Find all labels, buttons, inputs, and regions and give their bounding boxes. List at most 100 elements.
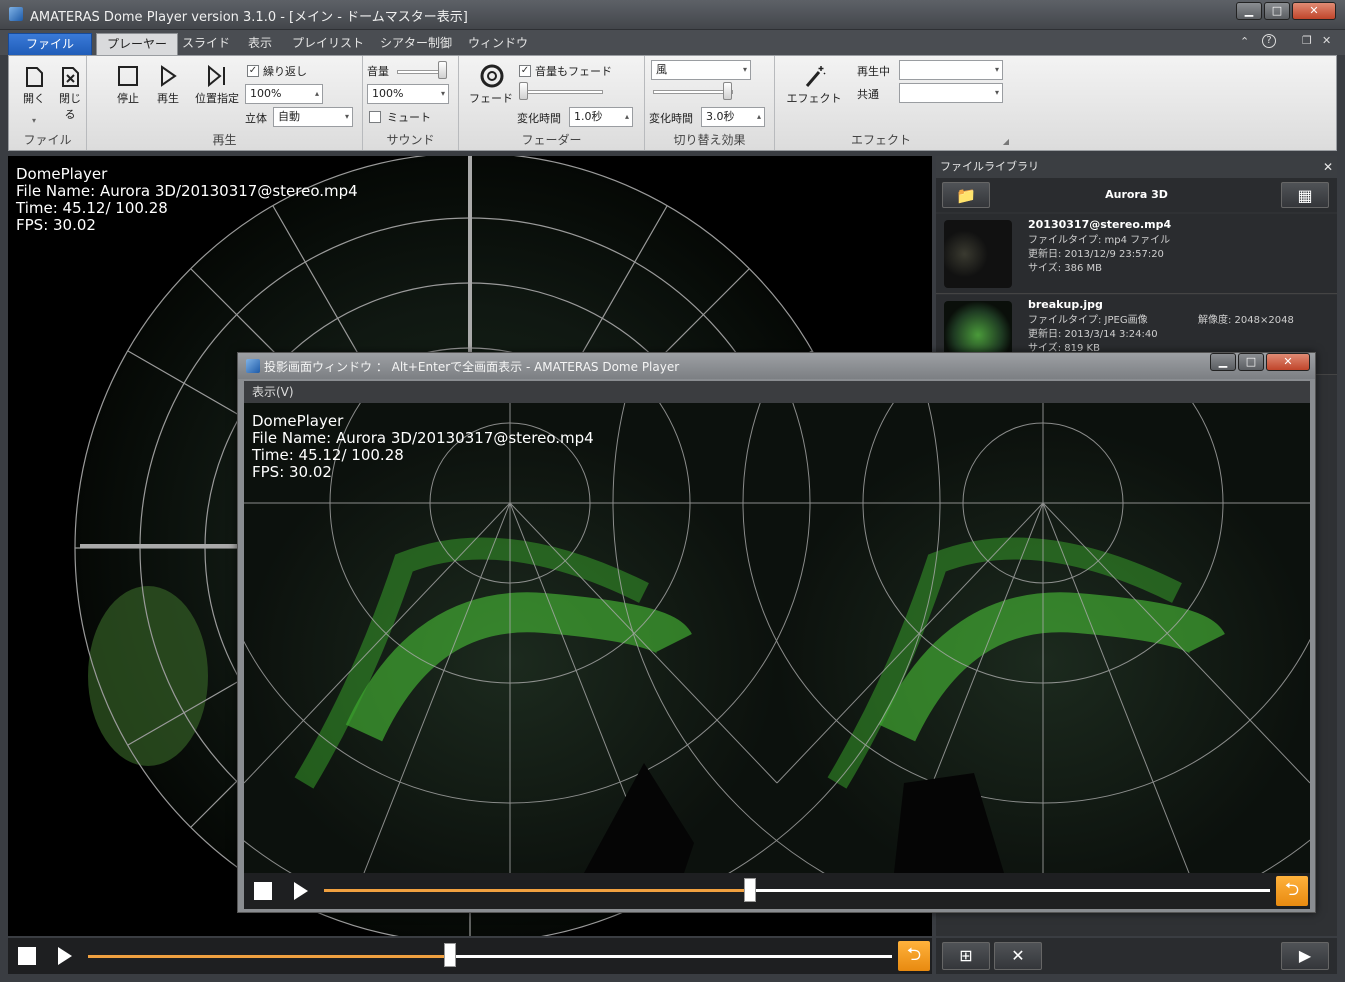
seek-button[interactable]: 位置指定 bbox=[193, 64, 241, 106]
minimize-icon[interactable]: ▁ bbox=[1210, 353, 1236, 371]
dialog-launcher-icon[interactable]: ◢ bbox=[1003, 137, 1009, 146]
effect-button[interactable]: エフェクト bbox=[783, 64, 845, 106]
repeat-icon[interactable]: ⮌ bbox=[898, 941, 930, 971]
overlay-file-name: File Name: Aurora 3D/20130317@stereo.mp4 bbox=[16, 182, 358, 200]
chevron-down-icon: ▾ bbox=[994, 65, 999, 74]
repeat-checkbox[interactable]: ✓ bbox=[247, 65, 259, 77]
tab-slide[interactable]: スライド bbox=[172, 33, 240, 56]
effect-common-select[interactable]: ▾ bbox=[899, 83, 1003, 103]
tab-theater-control[interactable]: シアター制御 bbox=[370, 33, 462, 56]
projection-menu-bar: 表示(V) bbox=[244, 381, 1310, 403]
group-label-sound: サウンド bbox=[386, 133, 435, 147]
current-folder-name: Aurora 3D bbox=[1105, 188, 1168, 201]
fade-button[interactable]: フェード bbox=[467, 64, 515, 106]
stereo-select[interactable]: 自動 ▾ bbox=[273, 107, 353, 127]
chevron-down-icon: ▾ bbox=[344, 112, 349, 121]
seek-bar-thumb[interactable] bbox=[743, 878, 756, 902]
minimize-icon[interactable]: ▁ bbox=[1236, 2, 1262, 20]
close-icon[interactable]: ✕ bbox=[1323, 156, 1333, 178]
projection-window: 投影画面ウィンドウ ： Alt+Enterで全画面表示 - AMATERAS D… bbox=[237, 352, 1316, 913]
item-type: ファイルタイプ: mp4 ファイル bbox=[1028, 235, 1171, 246]
overlay-time: Time: 45.12/ 100.28 bbox=[16, 199, 168, 217]
stop-button[interactable]: 停止 bbox=[113, 64, 143, 106]
remove-button[interactable]: ✕ bbox=[994, 942, 1042, 970]
spinner-arrows-icon: ▴ bbox=[314, 89, 319, 98]
stop-icon bbox=[117, 64, 139, 88]
close-doc-icon[interactable]: ✕ bbox=[1322, 34, 1331, 47]
play-icon bbox=[157, 64, 179, 88]
overlay-time: Time: 45.12/ 100.28 bbox=[252, 446, 404, 464]
group-label-play: 再生 bbox=[212, 133, 237, 147]
stop-icon[interactable] bbox=[18, 947, 36, 965]
mute-checkbox[interactable] bbox=[369, 111, 381, 123]
close-file-button[interactable]: 閉じる bbox=[55, 64, 85, 122]
ribbon-tabs: ファイル プレーヤー スライド 表示 プレイリスト シアター制御 ウィンドウ ⌃… bbox=[0, 29, 1345, 56]
library-toolbar: 📁 Aurora 3D ▦ bbox=[936, 178, 1337, 212]
grid-view-button[interactable]: ▦ bbox=[1281, 182, 1329, 208]
fade-duration-spinner[interactable]: 1.0秒 ▴ bbox=[569, 107, 633, 127]
add-to-playlist-button[interactable]: ⊞ bbox=[942, 942, 990, 970]
tab-playlist[interactable]: プレイリスト bbox=[282, 33, 374, 56]
grid-icon: ▦ bbox=[1297, 186, 1313, 205]
overlay-app-name: DomePlayer bbox=[252, 412, 344, 430]
tab-player[interactable]: プレーヤー bbox=[96, 33, 179, 56]
app-icon bbox=[9, 7, 23, 21]
play-selected-button[interactable]: ▶ bbox=[1281, 942, 1329, 970]
volume-select[interactable]: 100% ▾ bbox=[367, 84, 449, 104]
stop-icon[interactable] bbox=[254, 882, 272, 900]
transition-duration-spinner[interactable]: 3.0秒 ▴ bbox=[701, 107, 765, 127]
projection-title-bar: 投影画面ウィンドウ ： Alt+Enterで全画面表示 - AMATERAS D… bbox=[238, 353, 1315, 379]
tab-window[interactable]: ウィンドウ bbox=[458, 33, 538, 56]
open-file-icon bbox=[23, 64, 45, 88]
group-label-effect: エフェクト bbox=[850, 133, 911, 147]
fade-volume-checkbox[interactable]: ✓ bbox=[519, 65, 531, 77]
item-date: 更新日: 2013/12/9 23:57:20 bbox=[1028, 249, 1164, 260]
collapse-ribbon-icon[interactable]: ⌃ bbox=[1240, 35, 1249, 48]
help-icon[interactable]: ? bbox=[1262, 34, 1276, 48]
volume-label: 音量 bbox=[367, 65, 389, 78]
close-file-icon bbox=[59, 64, 81, 88]
list-item[interactable]: 20130317@stereo.mp4 ファイルタイプ: mp4 ファイル 更新… bbox=[936, 214, 1337, 294]
speed-spinner[interactable]: 100% ▴ bbox=[245, 84, 323, 104]
close-icon[interactable]: ✕ bbox=[1266, 353, 1310, 371]
overlay-file-name: File Name: Aurora 3D/20130317@stereo.mp4 bbox=[252, 429, 594, 447]
close-icon[interactable]: ✕ bbox=[1292, 2, 1336, 20]
ribbon-group-play: 停止 再生 位置指定 ✓ 繰り返し 100% ▴ 立体 自動 ▾ 再生 bbox=[87, 56, 363, 150]
seek-bar-fill bbox=[88, 955, 450, 958]
seek-bar[interactable] bbox=[88, 955, 892, 958]
item-size: サイズ: 386 MB bbox=[1028, 263, 1103, 274]
repeat-label: 繰り返し bbox=[263, 65, 307, 78]
stereo-projection-view[interactable]: DomePlayer File Name: Aurora 3D/20130317… bbox=[244, 403, 1310, 873]
title-bar: AMATERAS Dome Player version 3.1.0 - [メイ… bbox=[0, 0, 1345, 29]
volume-slider-thumb[interactable] bbox=[437, 61, 447, 79]
repeat-icon[interactable]: ⮌ bbox=[1276, 876, 1308, 906]
effect-playing-select[interactable]: ▾ bbox=[899, 60, 1003, 80]
fade-slider-thumb[interactable] bbox=[519, 82, 528, 100]
restore-icon[interactable]: ❐ bbox=[1302, 34, 1312, 47]
play-icon: ▶ bbox=[1298, 946, 1312, 965]
play-button[interactable]: 再生 bbox=[153, 64, 183, 106]
transition-effect-select[interactable]: 風 ▾ bbox=[651, 60, 751, 80]
maximize-icon[interactable]: □ bbox=[1264, 2, 1290, 20]
ribbon: 開く 閉じる ▾ ファイル 停止 再生 位置指定 ✓ 繰り返し 100% ▴ 立体… bbox=[8, 55, 1337, 151]
play-icon[interactable] bbox=[58, 947, 72, 965]
mute-label: ミュート bbox=[387, 111, 431, 124]
open-button[interactable]: 開く bbox=[19, 64, 49, 106]
transition-slider-thumb[interactable] bbox=[723, 82, 732, 100]
transition-slider[interactable] bbox=[653, 90, 733, 94]
seek-bar[interactable] bbox=[324, 889, 1270, 892]
tab-view[interactable]: 表示 bbox=[238, 33, 282, 56]
ribbon-group-file: 開く 閉じる ▾ ファイル bbox=[9, 56, 87, 150]
seek-icon bbox=[206, 64, 228, 88]
item-name: breakup.jpg bbox=[1028, 298, 1103, 311]
ribbon-group-sound: 音量 100% ▾ ミュート サウンド bbox=[363, 56, 459, 150]
ribbon-group-transition: 風 ▾ 変化時間 3.0秒 ▴ 切り替え効果 bbox=[645, 56, 775, 150]
tab-file[interactable]: ファイル bbox=[8, 33, 92, 56]
play-icon[interactable] bbox=[294, 882, 308, 900]
seek-bar-thumb[interactable] bbox=[443, 943, 456, 967]
maximize-icon[interactable]: □ bbox=[1238, 353, 1264, 371]
group-label-transition: 切り替え効果 bbox=[673, 133, 746, 147]
dropdown-arrow-icon[interactable]: ▾ bbox=[32, 116, 36, 125]
fade-slider[interactable] bbox=[519, 90, 603, 94]
menu-view[interactable]: 表示(V) bbox=[252, 385, 294, 399]
